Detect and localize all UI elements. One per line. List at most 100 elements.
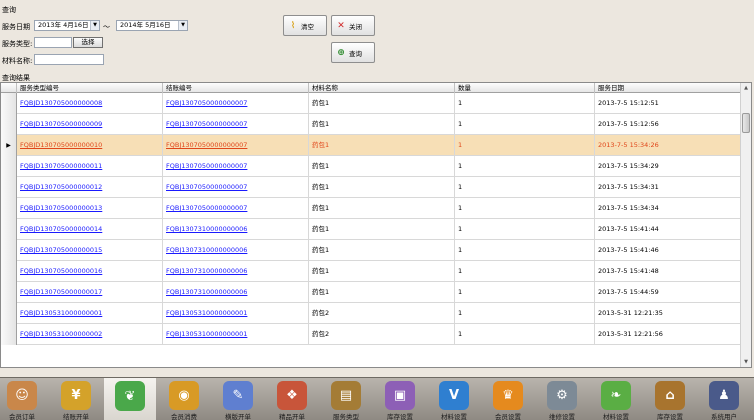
table-row[interactable]: FQBJD130705000000011 FQBJ1307050000000007… <box>1 156 741 177</box>
table-row[interactable]: FQBJD130531000000002 FQBJ1305310000000001… <box>1 324 741 345</box>
column-header[interactable]: 服务类型编号 <box>17 83 163 93</box>
table-row[interactable]: FQBJD130705000000013 FQBJ1307050000000007… <box>1 198 741 219</box>
row-header[interactable] <box>1 177 17 198</box>
row-header[interactable] <box>1 156 17 177</box>
settlement-link[interactable]: FQBJ1305310000000001 <box>166 330 247 338</box>
search-button[interactable]: ⊕ 查询 <box>331 42 375 63</box>
row-header[interactable] <box>1 303 17 324</box>
table-cell: FQBJ1307050000000007 <box>163 177 309 198</box>
row-header[interactable] <box>1 114 17 135</box>
vip-icon: ♛ <box>493 381 523 410</box>
service-type-link[interactable]: FQBJD130531000000002 <box>20 330 102 338</box>
table-row[interactable]: FQBJD130705000000012 FQBJ1307050000000007… <box>1 177 741 198</box>
settlement-link[interactable]: FQBJ1307050000000007 <box>166 183 247 191</box>
dock-item[interactable]: ¥ 结账开单 <box>50 378 102 420</box>
date-from-picker[interactable]: 2013年 4月16日 ▼ <box>34 20 100 31</box>
dock-item-label: 系统用户 <box>711 413 737 420</box>
table-cell: 1 <box>455 240 595 261</box>
dock-item[interactable]: V 材料设置 <box>428 378 480 420</box>
service-type-link[interactable]: FQBJD130705000000008 <box>20 99 102 107</box>
table-cell: FQBJ1307050000000007 <box>163 93 309 114</box>
table-row[interactable]: FQBJD130705000000015 FQBJ1307310000000006… <box>1 240 741 261</box>
dock-item[interactable]: ☺ 会员订单 <box>0 378 48 420</box>
service-type-link[interactable]: FQBJD130705000000014 <box>20 225 102 233</box>
table-cell: 药包1 <box>309 114 455 135</box>
dock-item[interactable]: ▣ 库存设置 <box>374 378 426 420</box>
service-type-link[interactable]: FQBJD130705000000017 <box>20 288 102 296</box>
dock-item[interactable]: ⚙ 维修设置 <box>536 378 588 420</box>
row-header[interactable] <box>1 93 17 114</box>
dock-item[interactable]: ✎ 横版开单 <box>212 378 264 420</box>
vertical-scrollbar[interactable]: ▲ ▼ <box>740 83 751 367</box>
table-cell: FQBJD130531000000002 <box>17 324 163 345</box>
material-name-field[interactable] <box>34 54 104 65</box>
row-header[interactable]: ▶ <box>1 135 17 156</box>
scroll-down-icon[interactable]: ▼ <box>741 357 751 367</box>
row-header[interactable] <box>1 282 17 303</box>
dock-item[interactable]: ♛ 会员设置 <box>482 378 534 420</box>
table-row[interactable]: FQBJD130531000000001 FQBJ1305310000000001… <box>1 303 741 324</box>
row-header[interactable] <box>1 198 17 219</box>
settlement-link[interactable]: FQBJ1307310000000006 <box>166 288 247 296</box>
service-type-link[interactable]: FQBJD130705000000011 <box>20 162 102 170</box>
dock-item[interactable]: ❧ 材料设置 <box>590 378 642 420</box>
row-header[interactable] <box>1 219 17 240</box>
service-type-link[interactable]: FQBJD130705000000010 <box>20 141 102 149</box>
service-type-link[interactable]: FQBJD130531000000001 <box>20 309 102 317</box>
select-button[interactable]: 选择 <box>73 37 103 48</box>
table-row[interactable]: FQBJD130705000000009 FQBJ1307050000000007… <box>1 114 741 135</box>
table-cell: FQBJ1305310000000001 <box>163 303 309 324</box>
column-header[interactable]: 数量 <box>455 83 595 93</box>
dock-item[interactable]: ⌂ 库存设置 <box>644 378 696 420</box>
dock-item[interactable]: ♟ 系统用户 <box>698 378 750 420</box>
settlement-link[interactable]: FQBJ1307310000000006 <box>166 267 247 275</box>
settlement-link[interactable]: FQBJ1307050000000007 <box>166 99 247 107</box>
row-header[interactable] <box>1 324 17 345</box>
settlement-link[interactable]: FQBJ1307050000000007 <box>166 204 247 212</box>
date-to-picker[interactable]: 2014年 5月16日 ▼ <box>116 20 188 31</box>
scroll-thumb[interactable] <box>742 113 750 133</box>
table-row[interactable]: FQBJD130705000000008 FQBJ1307050000000007… <box>1 93 741 114</box>
row-header[interactable] <box>1 240 17 261</box>
settlement-link[interactable]: FQBJ1307310000000006 <box>166 225 247 233</box>
table-cell: 1 <box>455 303 595 324</box>
settlement-link[interactable]: FQBJ1305310000000001 <box>166 309 247 317</box>
table-cell: 药包1 <box>309 240 455 261</box>
dock-item-label: 精品开单 <box>279 413 305 420</box>
table-row[interactable]: ▶ FQBJD130705000000010 FQBJ130705000000000… <box>1 135 741 156</box>
column-header[interactable]: 材料名称 <box>309 83 455 93</box>
results-grid[interactable]: 服务类型编号 结账编号 材料名称 数量 服务日期 FQBJD1307050000… <box>0 82 752 368</box>
table-cell: 1 <box>455 93 595 114</box>
service-type-link[interactable]: FQBJD130705000000016 <box>20 267 102 275</box>
chevron-down-icon[interactable]: ▼ <box>178 21 187 30</box>
service-type-link[interactable]: FQBJD130705000000013 <box>20 204 102 212</box>
table-cell: 1 <box>455 261 595 282</box>
clear-button[interactable]: ⌇ 清空 <box>283 15 327 36</box>
settlement-link[interactable]: FQBJ1307050000000007 <box>166 141 247 149</box>
settlement-link[interactable]: FQBJ1307050000000007 <box>166 162 247 170</box>
person-icon: ☺ <box>7 381 37 410</box>
column-header[interactable]: 服务日期 <box>595 83 741 93</box>
settlement-link[interactable]: FQBJ1307050000000007 <box>166 120 247 128</box>
dock-item[interactable]: ❖ 精品开单 <box>266 378 318 420</box>
service-type-link[interactable]: FQBJD130705000000015 <box>20 246 102 254</box>
table-cell: 药包1 <box>309 198 455 219</box>
settlement-link[interactable]: FQBJ1307310000000006 <box>166 246 247 254</box>
service-type-link[interactable]: FQBJD130705000000012 <box>20 183 102 191</box>
close-button[interactable]: ✕ 关闭 <box>331 15 375 36</box>
service-type-link[interactable]: FQBJD130705000000009 <box>20 120 102 128</box>
chevron-down-icon[interactable]: ▼ <box>90 21 99 30</box>
dock-item[interactable]: ◉ 会员消费 <box>158 378 210 420</box>
table-row[interactable]: FQBJD130705000000017 FQBJ1307310000000006… <box>1 282 741 303</box>
service-type-field[interactable] <box>34 37 72 48</box>
dock-item[interactable]: ▤ 服务类型 <box>320 378 372 420</box>
table-row[interactable]: FQBJD130705000000014 FQBJ1307310000000006… <box>1 219 741 240</box>
table-row[interactable]: FQBJD130705000000016 FQBJ1307310000000006… <box>1 261 741 282</box>
column-header[interactable]: 结账编号 <box>163 83 309 93</box>
dock-item[interactable]: ❦ <box>104 378 156 420</box>
table-cell: FQBJ1307310000000006 <box>163 240 309 261</box>
row-header[interactable] <box>1 261 17 282</box>
scroll-up-icon[interactable]: ▲ <box>741 83 751 93</box>
table-cell: FQBJD130705000000010 <box>17 135 163 156</box>
material-label: 材料名称: <box>2 57 33 65</box>
